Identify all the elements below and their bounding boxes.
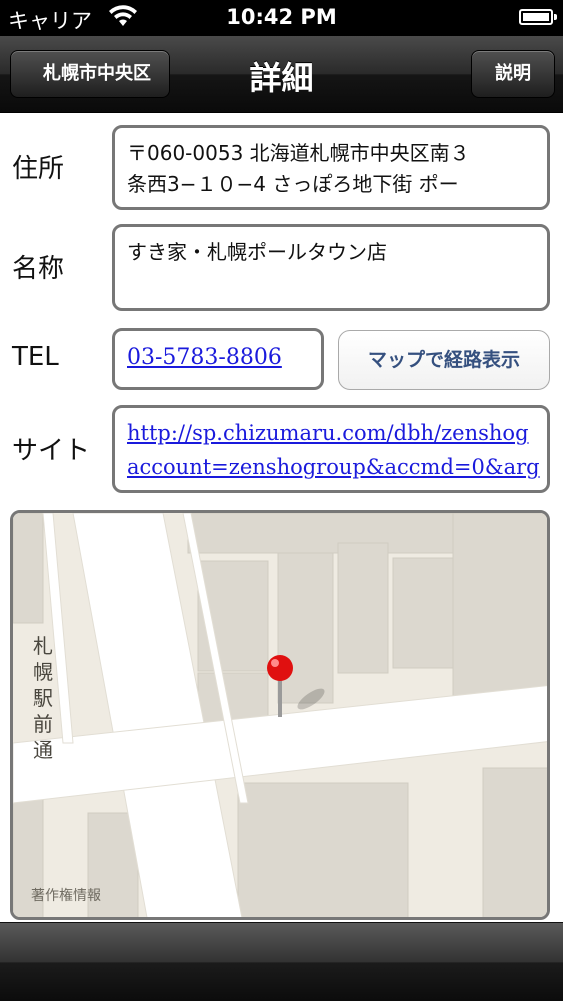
site-link-line-1[interactable]: http://sp.chizumaru.com/dbh/zenshog: [127, 421, 529, 445]
status-bar: キャリア 10:42 PM: [0, 0, 563, 36]
address-line-1: 〒060-0053 北海道札幌市中央区南３: [127, 141, 470, 165]
name-label: 名称: [12, 254, 65, 284]
location-pin-icon[interactable]: [265, 653, 295, 719]
site-label: サイト: [12, 436, 91, 466]
bottom-toolbar: [0, 922, 563, 1001]
map-route-button[interactable]: マップで経路表示: [338, 330, 550, 390]
name-field[interactable]: すき家・札幌ポールタウン店: [112, 224, 550, 311]
address-line-2: 条西3−１０−4 さっぽろ地下街 ポー: [127, 172, 459, 196]
navigation-bar: 札幌市中央区 詳細 説明: [0, 36, 563, 113]
tel-field[interactable]: 03-5783-8806: [112, 328, 324, 390]
address-field[interactable]: 〒060-0053 北海道札幌市中央区南３ 条西3−１０−4 さっぽろ地下街 ポ…: [112, 125, 550, 210]
site-field[interactable]: http://sp.chizumaru.com/dbh/zenshog acco…: [112, 405, 550, 493]
map-copyright[interactable]: 著作権情報: [31, 885, 101, 905]
address-label: 住所: [12, 154, 65, 184]
name-value: すき家・札幌ポールタウン店: [127, 240, 387, 264]
street-label: 札幌駅前通: [33, 634, 53, 762]
help-button[interactable]: 説明: [471, 50, 555, 98]
clock: 10:42 PM: [226, 5, 337, 29]
map-view[interactable]: 札幌駅前通 著作権情報: [10, 510, 550, 920]
tel-label: TEL: [12, 342, 59, 372]
battery-icon: [519, 9, 557, 25]
tel-link[interactable]: 03-5783-8806: [127, 345, 282, 370]
site-link-line-2[interactable]: account=zenshogroup&accmd=0&arg: [127, 455, 540, 479]
